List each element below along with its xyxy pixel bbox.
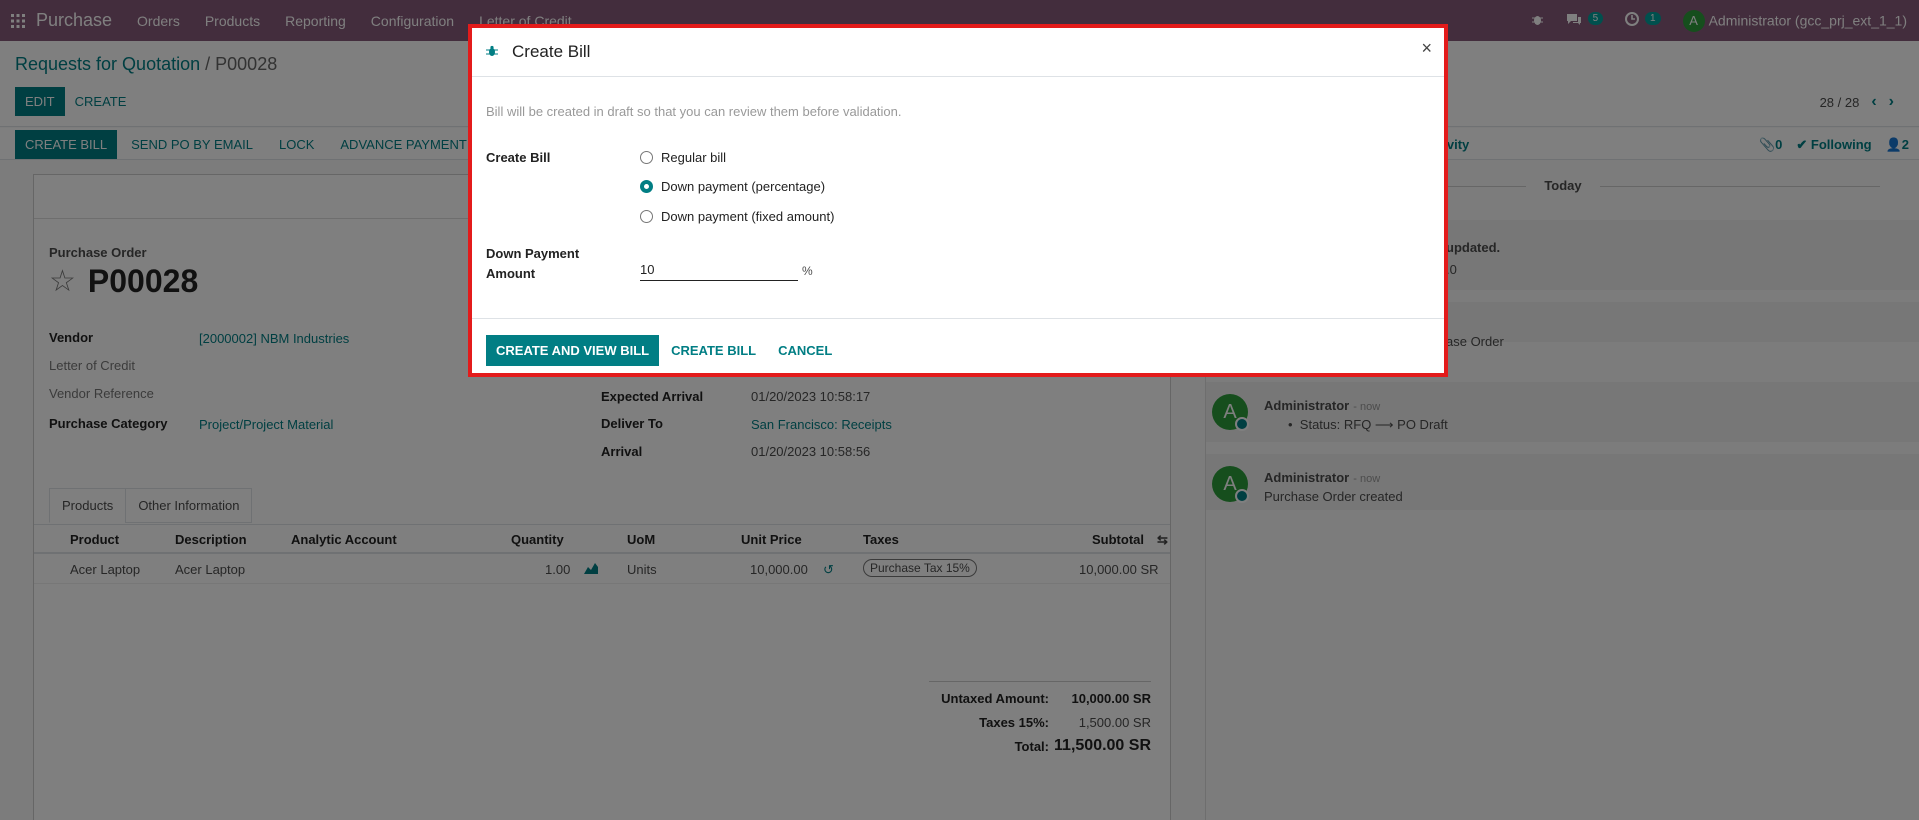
radio-label: Down payment (fixed amount) bbox=[661, 209, 835, 224]
create-bill-label: Create Bill bbox=[486, 150, 551, 165]
dialog-footer: CREATE AND VIEW BILL CREATE BILL CANCEL bbox=[472, 318, 1444, 377]
dialog-body: Bill will be created in draft so that yo… bbox=[472, 78, 1444, 318]
radio-label: Down payment (percentage) bbox=[661, 179, 826, 194]
radio-label: Regular bill bbox=[661, 150, 727, 165]
dialog-header: Create Bill × bbox=[472, 28, 1444, 77]
bug-icon bbox=[486, 45, 498, 60]
down-payment-amount-label: Down Payment Amount bbox=[486, 244, 579, 284]
radio-circle[interactable] bbox=[640, 210, 653, 223]
cancel-button[interactable]: CANCEL bbox=[768, 336, 842, 365]
dialog-title: Create Bill bbox=[512, 42, 591, 61]
radio-down-payment-fixed[interactable]: Down payment (fixed amount) bbox=[640, 209, 834, 224]
create-bill-dialog: Create Bill × Bill will be created in dr… bbox=[468, 24, 1448, 377]
create-and-view-bill-button[interactable]: CREATE AND VIEW BILL bbox=[486, 335, 660, 366]
close-icon[interactable]: × bbox=[1421, 38, 1432, 59]
dialog-note: Bill will be created in draft so that yo… bbox=[486, 104, 902, 119]
radio-down-payment-percentage[interactable]: Down payment (percentage) bbox=[640, 179, 825, 194]
down-payment-label-line-2: Amount bbox=[486, 266, 536, 281]
create-bill-button[interactable]: CREATE BILL bbox=[661, 336, 766, 365]
radio-regular-bill[interactable]: Regular bill bbox=[640, 150, 726, 165]
down-payment-amount-input[interactable] bbox=[640, 261, 798, 281]
radio-circle[interactable] bbox=[640, 151, 653, 164]
down-payment-label-line-1: Down Payment bbox=[486, 246, 580, 261]
percent-unit: % bbox=[802, 264, 813, 278]
radio-circle-selected[interactable] bbox=[640, 180, 653, 193]
